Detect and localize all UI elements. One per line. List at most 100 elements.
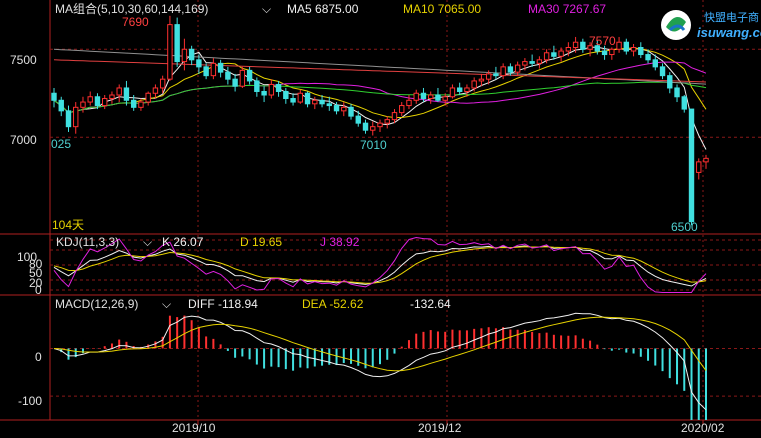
candle-body [73, 106, 79, 128]
candle-body [572, 41, 579, 49]
candle-body [536, 59, 543, 64]
candle-body [688, 108, 695, 223]
candle-body [645, 54, 651, 61]
candle-body [580, 41, 586, 50]
high-label-7690: 7690 [122, 15, 149, 29]
candle-body [312, 99, 318, 105]
candle-body [609, 48, 615, 56]
candle-body [514, 64, 521, 73]
candle-body [333, 105, 340, 112]
candle-body [348, 106, 354, 117]
y-tick-7000: 7000 [10, 133, 37, 147]
candle-body [319, 99, 325, 105]
candle-body [167, 24, 173, 80]
ma10-line [53, 47, 707, 118]
y-tick-7500: 7500 [10, 53, 37, 67]
candle-body [239, 69, 246, 87]
candle-body [435, 94, 441, 101]
candle-body [203, 66, 209, 77]
candle-body [493, 73, 499, 77]
candle-body [449, 87, 456, 98]
candle-body [464, 87, 470, 92]
candle-body [290, 98, 296, 103]
x-label-2019-10: 2019/10 [172, 421, 216, 435]
candle-body [522, 61, 528, 66]
candle-body [456, 87, 463, 92]
candle-body [283, 90, 289, 100]
candle-body [681, 96, 687, 110]
macd-dropdown-icon[interactable]: ⌵ [162, 297, 171, 311]
ma60-line [53, 81, 707, 114]
candle-body [551, 52, 557, 57]
cutoff-price-label: 025 [51, 137, 71, 151]
candle-body [674, 87, 680, 98]
candle-body [638, 47, 644, 56]
candle-body [159, 78, 166, 89]
candle-body [362, 122, 369, 131]
candle-body [630, 47, 637, 52]
ma30-label: MA30 7267.67 [528, 2, 606, 16]
ma169-line [53, 59, 707, 83]
candle-body [471, 80, 477, 89]
candle-body [558, 50, 564, 57]
candle-body [420, 92, 427, 100]
candle-body [406, 99, 412, 107]
dea-label: DEA -52.62 [302, 297, 364, 311]
candle-body [246, 69, 253, 82]
candle-body [543, 52, 550, 61]
candle-body [196, 59, 202, 68]
macd-panel [53, 312, 707, 420]
candle-body [341, 106, 347, 112]
candle-body [696, 161, 702, 173]
candle-body [326, 103, 332, 107]
candle-body [225, 71, 231, 80]
low-label-7010: 7010 [360, 138, 387, 152]
candle-body [399, 105, 405, 114]
candle-body [667, 75, 673, 89]
candle-body [478, 78, 485, 82]
diff-label: DIFF -118.94 [188, 297, 258, 311]
moving-average-lines [53, 46, 707, 150]
macd-tick-neg100: -100 [18, 394, 42, 408]
ma5-label: MA5 6875.00 [287, 2, 359, 16]
macd-tick-0: 0 [35, 350, 42, 364]
x-label-2020-02: 2020/02 [681, 421, 725, 435]
candle-body [123, 87, 130, 101]
kdj-dropdown-icon[interactable]: ⌵ [143, 235, 152, 249]
candle-body [500, 66, 506, 77]
candle-body [217, 62, 224, 73]
candle-body [413, 92, 419, 101]
candle-body [304, 92, 311, 105]
candle-body [507, 66, 514, 73]
candle-body [623, 41, 630, 52]
candle-body [391, 112, 398, 121]
logo-text-cn: 快盟电子商 [704, 10, 759, 24]
candle-body [428, 94, 434, 100]
candle-body [254, 80, 260, 92]
kdj-indicator-label[interactable]: KDJ(11,3,3) [56, 235, 119, 249]
candle-body [188, 48, 195, 61]
period-count-label: 104天 [52, 218, 84, 232]
candle-body [565, 47, 572, 52]
candle-body [601, 50, 608, 56]
logo-text-en: isuwang.com [697, 25, 761, 40]
price-dropdown-icon[interactable]: ⌵ [262, 2, 271, 16]
candle-body [377, 122, 383, 128]
candle-body [174, 24, 180, 63]
candle-body [65, 110, 72, 128]
candle-body [116, 87, 122, 96]
candle-body [152, 87, 159, 94]
j-label: J 38.92 [320, 235, 360, 249]
candle-body [529, 61, 535, 64]
x-label-2019-12: 2019/12 [418, 421, 462, 435]
macd-indicator-label[interactable]: MACD(12,26,9) [55, 297, 138, 311]
candle-body [616, 41, 622, 50]
candle-body [130, 99, 137, 108]
price-indicator-label[interactable]: MA组合(5,10,30,60,144,169) [55, 1, 208, 16]
candle-body [442, 96, 448, 101]
candle-body [652, 59, 658, 68]
k-label: K 26.07 [162, 235, 204, 249]
candle-body [261, 90, 267, 96]
ma30-line [53, 61, 707, 114]
d-label: D 19.65 [240, 235, 282, 249]
